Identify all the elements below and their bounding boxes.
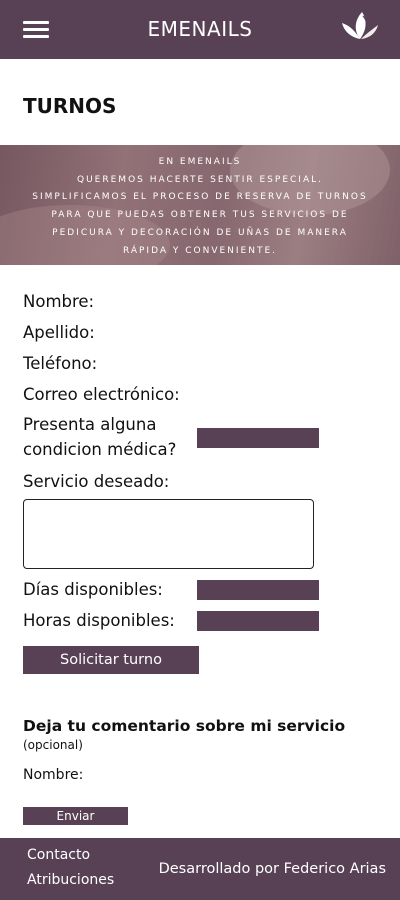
banner-line: QUEREMOS HACERTE SENTIR ESPECIAL. (77, 174, 323, 185)
servicio-label: Servicio deseado: (23, 472, 170, 491)
footer-link-atribuciones[interactable]: Atribuciones (27, 872, 114, 888)
footer-link-contacto[interactable]: Contacto (27, 847, 90, 863)
comment-section-title: Deja tu comentario sobre mi servicio (23, 717, 346, 735)
footer: Contacto Atribuciones Desarrollado por F… (0, 838, 400, 900)
telefono-label: Teléfono: (23, 354, 98, 373)
apellido-label: Apellido: (23, 323, 95, 342)
banner-line: RÁPIDA Y CONVENIENTE. (122, 245, 278, 256)
banner-line: PARA QUE PUEDAS OBTENER TUS SERVICIOS DE (51, 210, 349, 221)
enviar-button[interactable]: Enviar (23, 807, 128, 825)
comment-nombre-label: Nombre: (23, 767, 84, 783)
banner-line: SIMPLIFICAMOS EL PROCESO DE RESERVA DE T… (32, 192, 368, 203)
servicio-textarea[interactable] (23, 499, 314, 569)
condicion-select[interactable] (197, 428, 319, 448)
hero-banner: EN EMENAILS QUEREMOS HACERTE SENTIR ESPE… (0, 145, 400, 265)
banner-line: EN EMENAILS (158, 157, 242, 167)
condicion-label-line2: condicion médica? (23, 440, 177, 459)
comment-optional-note: (opcional) (23, 738, 83, 752)
dias-label: Días disponibles: (23, 580, 163, 599)
nombre-label: Nombre: (23, 292, 95, 311)
top-nav-bar: EMENAILS (0, 0, 400, 59)
page-title: TURNOS (23, 94, 117, 118)
condicion-label-line1: Presenta alguna (23, 415, 157, 434)
horas-label: Horas disponibles: (23, 611, 175, 630)
banner-text: EN EMENAILS QUEREMOS HACERTE SENTIR ESPE… (0, 154, 400, 260)
footer-credit: Desarrollado por Federico Arias (158, 861, 386, 877)
dias-select[interactable] (197, 580, 319, 600)
lotus-logo-icon[interactable] (340, 9, 380, 43)
correo-label: Correo electrónico: (23, 385, 180, 404)
horas-select[interactable] (197, 611, 319, 631)
banner-line: PEDICURA Y DECORACIÓN DE UÑAS DE MANERA (52, 227, 348, 238)
solicitar-turno-button[interactable]: Solicitar turno (23, 646, 199, 674)
